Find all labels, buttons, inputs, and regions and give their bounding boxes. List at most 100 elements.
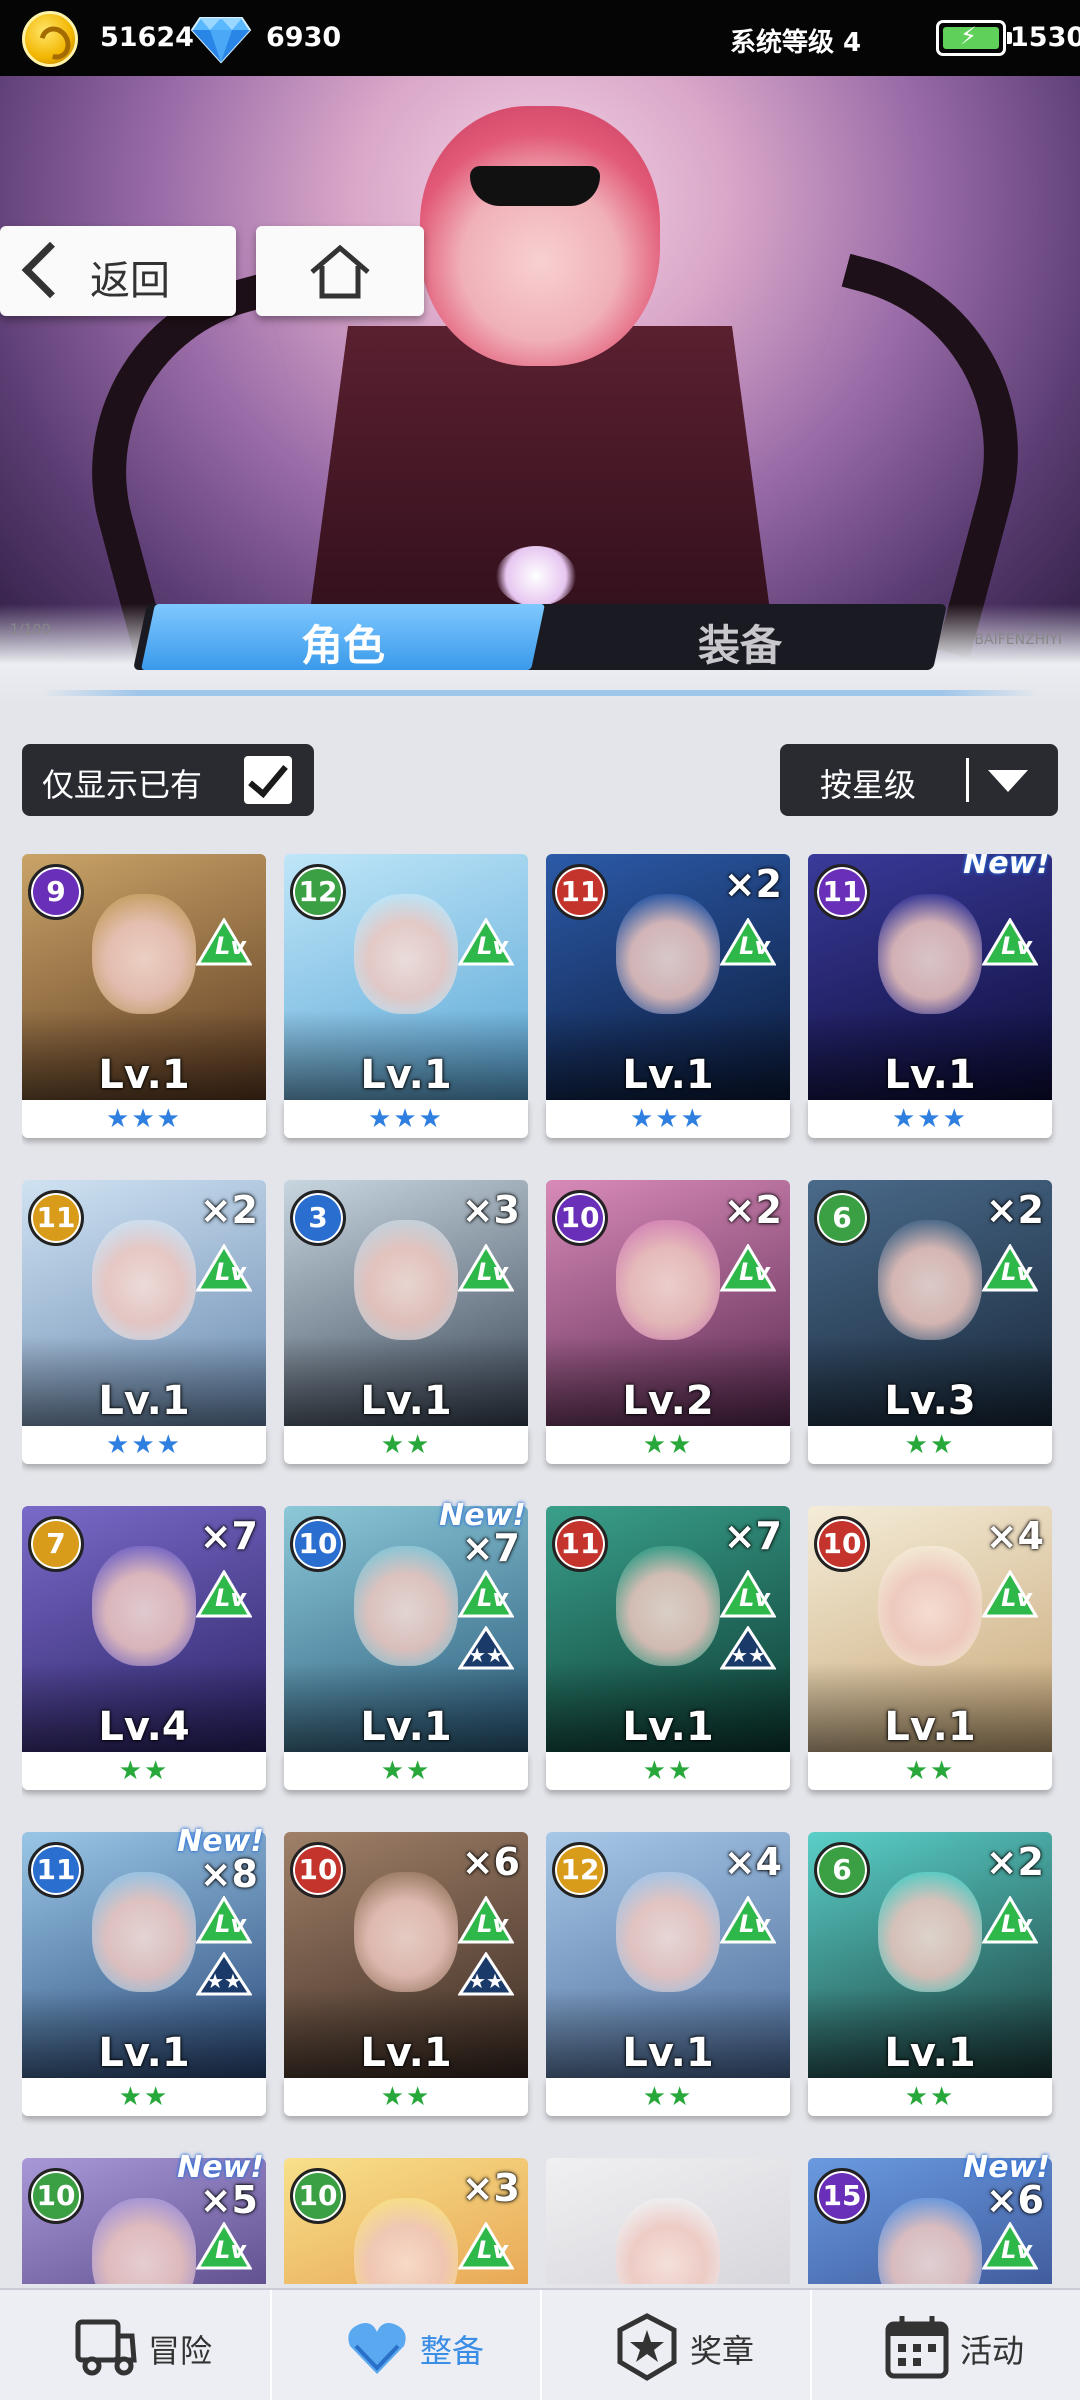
rank-badge: 10 [552,1190,608,1246]
chevron-down-icon [988,770,1028,792]
hero-banner: 返回 [0,76,1080,686]
rank-badge: 7 [28,1516,84,1572]
character-card[interactable]: 10 New! ×5 Lv [22,2150,266,2284]
character-level: Lv.1 [360,2030,452,2076]
character-face [616,2198,720,2284]
nav-events-label: 活动 [960,2332,1025,2370]
hero-glow-core [496,546,576,606]
character-grid: 9 Lv Lv.1 ★★★ 12 Lv Lv.1 ★★★ 11 ×2 Lv Lv.1 ★★★ 11 New!… [22,854,1058,2284]
bottom-nav: 冒险 整备 奖章 活动 [0,2288,1080,2400]
nav-medals[interactable]: 奖章 [540,2290,808,2400]
rank-badge: 10 [290,2168,346,2224]
nav-prepare-label: 整备 [420,2332,485,2370]
character-card[interactable]: 10 ×4 Lv Lv.1 ★★ [808,1506,1052,1790]
nav-events[interactable]: 活动 [810,2290,1078,2400]
rank-badge: 15 [814,2168,870,2224]
character-card[interactable]: 11 New! Lv Lv.1 ★★★ [808,854,1052,1138]
character-level: Lv.4 [98,1704,190,1750]
level-up-label: Lv [477,1584,508,1612]
level-up-label: Lv [1001,932,1032,960]
duplicate-count: ×2 [985,1188,1044,1232]
character-portrait [546,2158,790,2284]
rank-badge: 11 [552,1516,608,1572]
star-up-icon[interactable]: ★★ [458,1626,514,1670]
character-level: Lv.1 [98,2030,190,2076]
level-up-label: Lv [215,1910,246,1938]
character-card[interactable]: 7 ×7 Lv Lv.4 ★★ [22,1506,266,1790]
character-card[interactable]: 12 Lv Lv.1 ★★★ [284,854,528,1138]
rank-badge: 11 [552,864,608,920]
rank-badge: 11 [28,1842,84,1898]
diamond-icon [190,17,252,64]
character-card[interactable]: 11 ×2 Lv Lv.1 ★★★ [546,854,790,1138]
sort-label: 按星级 [820,766,917,804]
character-card[interactable]: 10 ×6 Lv ★★ Lv.1 ★★ [284,1832,528,2116]
duplicate-count: ×4 [723,1840,782,1884]
character-card[interactable]: 11 New! ×8 Lv ★★ Lv.1 ★★ [22,1824,266,2116]
character-card[interactable]: 11 ×7 Lv ★★ Lv.1 ★★ [546,1506,790,1790]
character-level: Lv.1 [622,1052,714,1098]
star-rating: ★★ [22,2078,266,2116]
star-up-icon[interactable]: ★★ [458,1952,514,1996]
duplicate-count: ×7 [199,1514,258,1558]
owned-only-toggle[interactable]: 仅显示已有 [22,744,314,816]
home-button[interactable] [256,226,424,316]
character-card[interactable]: 9 Lv Lv.1 ★★★ [22,854,266,1138]
character-card[interactable]: 10 New! ×7 Lv ★★ Lv.1 ★★ [284,1498,528,1790]
back-button[interactable]: 返回 [0,226,236,316]
tab-equipment[interactable]: 装备 [545,612,935,673]
hero-sunglasses [470,166,600,206]
star-rating: ★★ [808,1426,1052,1464]
level-up-label: Lv [477,1910,508,1938]
svg-text:★★: ★★ [468,1643,504,1667]
character-card[interactable] [546,2158,790,2284]
character-face [354,894,458,1014]
heart-shield-icon [348,2323,406,2374]
nav-prepare[interactable]: 整备 [270,2290,538,2400]
character-face [354,1220,458,1340]
nav-adventure[interactable]: 冒险 [0,2290,268,2400]
character-level: Lv.1 [622,1704,714,1750]
rank-badge: 12 [290,864,346,920]
sort-divider [966,758,969,802]
character-face [92,894,196,1014]
character-card[interactable]: 12 ×4 Lv Lv.1 ★★ [546,1832,790,2116]
character-card[interactable]: 10 ×3 Lv [284,2158,528,2284]
character-face [878,894,982,1014]
character-face [616,1546,720,1666]
level-up-label: Lv [739,1258,770,1286]
hero-horn-right [757,253,1063,659]
back-label: 返回 [90,258,170,304]
star-up-icon[interactable]: ★★ [196,1952,252,1996]
lightning-icon: ⚡ [960,22,977,50]
character-face [878,2198,982,2284]
character-level: Lv.1 [360,1052,452,1098]
character-card[interactable]: 11 ×2 Lv Lv.1 ★★★ [22,1180,266,1464]
character-card[interactable]: 10 ×2 Lv Lv.2 ★★ [546,1180,790,1464]
star-up-icon[interactable]: ★★ [720,1626,776,1670]
character-face [92,2198,196,2284]
rank-badge: 6 [814,1190,870,1246]
character-level: Lv.1 [98,1378,190,1424]
character-face [616,1220,720,1340]
duplicate-count: ×3 [461,2166,520,2210]
character-level: Lv.1 [884,2030,976,2076]
duplicate-count: ×7 [461,1526,520,1570]
level-up-label: Lv [477,932,508,960]
character-card[interactable]: 6 ×2 Lv Lv.3 ★★ [808,1180,1052,1464]
star-rating: ★★ [546,1752,790,1790]
character-level: Lv.1 [360,1704,452,1750]
duplicate-count: ×5 [199,2178,258,2222]
sort-dropdown[interactable]: 按星级 [780,744,1058,816]
strip-deco-right: BAIFENZHIYI [974,632,1062,648]
star-rating: ★★ [284,1426,528,1464]
character-card[interactable]: 3 ×3 Lv Lv.1 ★★ [284,1180,528,1464]
character-level: Lv.1 [884,1052,976,1098]
hero-character-head [420,106,660,366]
character-card[interactable]: 6 ×2 Lv Lv.1 ★★ [808,1832,1052,2116]
character-card[interactable]: 15 New! ×6 Lv [808,2150,1052,2284]
level-up-label: Lv [1001,1910,1032,1938]
star-rating: ★★★ [22,1100,266,1138]
tab-character-label[interactable]: 角色 [148,612,538,673]
owned-only-checkbox[interactable] [244,756,292,804]
